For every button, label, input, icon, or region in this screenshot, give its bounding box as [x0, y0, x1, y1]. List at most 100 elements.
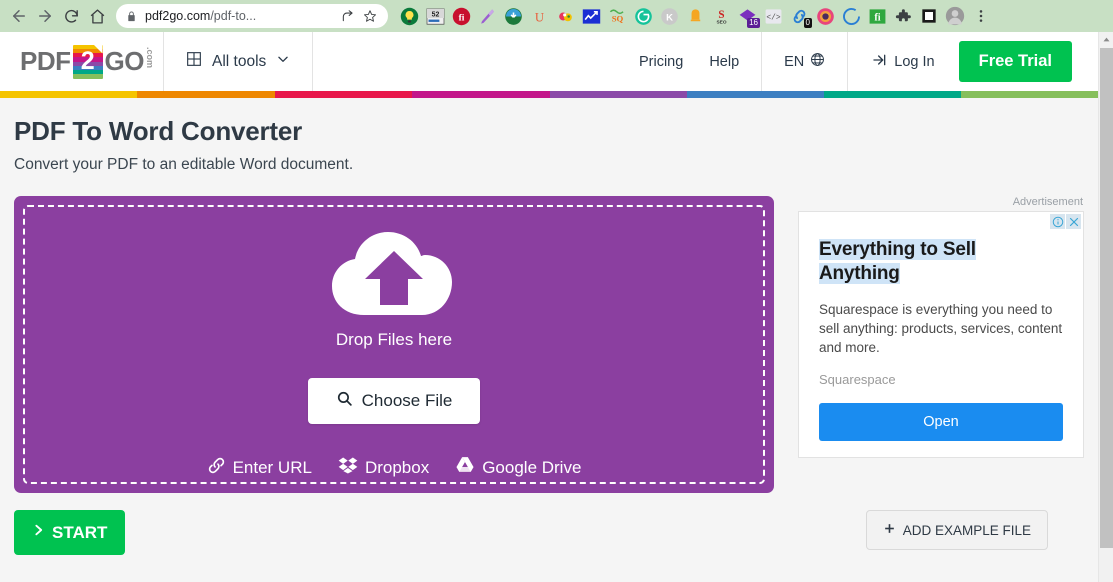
url-host: pdf2go.com	[145, 9, 211, 23]
rainbow-divider	[0, 91, 1098, 98]
choose-file-label: Choose File	[361, 391, 453, 410]
close-icon[interactable]	[1066, 214, 1081, 229]
enter-url-label: Enter URL	[232, 457, 312, 477]
u-extension-icon[interactable]: U	[526, 3, 552, 29]
avatar[interactable]	[942, 3, 968, 29]
share-icon[interactable]	[338, 9, 358, 23]
advertisement-body: Squarespace is everything you need to se…	[819, 301, 1063, 355]
idm-extension-icon[interactable]	[500, 3, 526, 29]
advertisement-controls	[1050, 214, 1081, 229]
fi-extension-icon[interactable]: fi	[448, 3, 474, 29]
info-icon[interactable]	[1050, 214, 1065, 229]
puzzle-extensions-icon[interactable]	[890, 3, 916, 29]
advertisement-headline-line2: Anything	[819, 263, 900, 285]
dropzone-label: Drop Files here	[335, 330, 453, 349]
site-header: PDF 2 GO .com All tools Pricing Help EN …	[0, 32, 1098, 91]
extension-toolbar: 52 fi U SQ K S SEO 16 </> 0 fi	[396, 3, 1107, 29]
pen-extension-icon[interactable]	[474, 3, 500, 29]
advertisement-headline[interactable]: Everything to Sell Anything	[819, 238, 1063, 287]
start-button[interactable]: START	[14, 510, 126, 555]
svg-text:U: U	[534, 10, 543, 24]
google-drive-icon	[455, 455, 475, 480]
star-icon[interactable]	[360, 9, 380, 23]
page-content: PDF 2 GO .com All tools Pricing Help EN …	[0, 32, 1098, 555]
seo-extension-icon[interactable]: S SEO	[708, 3, 734, 29]
url-path: /pdf-to...	[210, 9, 257, 23]
advertisement-open-button[interactable]: Open	[819, 403, 1063, 442]
code-extension-icon[interactable]: </>	[760, 3, 786, 29]
file-dropzone[interactable]: Drop Files here Choose File Enter URL Dr…	[14, 196, 774, 493]
k-extension-icon[interactable]: K	[656, 3, 682, 29]
advertisement-advertiser: Squarespace	[819, 372, 896, 388]
seoquake-extension-icon[interactable]: SQ	[604, 3, 630, 29]
add-example-file-button[interactable]: ADD EXAMPLE FILE	[865, 510, 1048, 550]
link-extension-icon[interactable]: 0	[786, 3, 812, 29]
language-label: EN	[784, 53, 805, 70]
scrollbar-thumb[interactable]	[1100, 48, 1113, 548]
upload-column: Drop Files here Choose File Enter URL Dr…	[14, 196, 774, 493]
address-bar-text: pdf2go.com/pdf-to...	[145, 9, 336, 23]
site-logo[interactable]: PDF 2 GO .com	[0, 32, 163, 91]
logo-text-com: .com	[144, 46, 155, 68]
back-button[interactable]	[6, 3, 32, 29]
globe-icon	[810, 52, 825, 71]
lightbulb-extension-icon[interactable]	[396, 3, 422, 29]
svg-text:</>: </>	[766, 13, 780, 22]
three-dot-menu-icon[interactable]	[968, 3, 994, 29]
google-drive-link[interactable]: Google Drive	[455, 455, 581, 480]
logo-digit: 2	[80, 47, 95, 75]
language-selector[interactable]: EN	[761, 32, 849, 91]
balloons-extension-icon[interactable]	[552, 3, 578, 29]
scroll-up-arrow-icon[interactable]	[1099, 32, 1113, 47]
all-tools-menu[interactable]: All tools	[163, 32, 314, 91]
nav-link-help[interactable]: Help	[709, 54, 739, 70]
analytics-extension-icon[interactable]	[578, 3, 604, 29]
green-extension-icon[interactable]: fi	[864, 3, 890, 29]
content-columns: Drop Files here Choose File Enter URL Dr…	[0, 196, 1098, 493]
login-arrow-icon	[872, 52, 888, 72]
header-spacer	[313, 32, 639, 91]
dropzone-inner: Drop Files here Choose File Enter URL Dr…	[23, 205, 765, 484]
dropbox-link[interactable]: Dropbox	[338, 455, 429, 480]
home-button[interactable]	[84, 3, 110, 29]
advertisement-headline-line1: Everything to Sell	[819, 239, 976, 260]
forward-button[interactable]	[32, 3, 58, 29]
nav-link-pricing[interactable]: Pricing	[639, 54, 683, 70]
choose-file-button[interactable]: Choose File	[307, 378, 481, 424]
dropbox-icon	[338, 455, 358, 480]
svg-text:52: 52	[431, 11, 439, 18]
login-label: Log In	[894, 53, 935, 70]
page-viewport: PDF 2 GO .com All tools Pricing Help EN …	[0, 32, 1113, 582]
login-button[interactable]: Log In	[872, 52, 935, 72]
svg-text:SEO: SEO	[716, 19, 726, 25]
svg-text:S: S	[718, 9, 724, 21]
add-example-label: ADD EXAMPLE FILE	[902, 522, 1031, 538]
free-trial-button[interactable]: Free Trial	[958, 41, 1072, 82]
reload-button[interactable]	[58, 3, 84, 29]
chevron-down-icon	[276, 52, 290, 71]
main-content: PDF To Word Converter Convert your PDF t…	[0, 98, 1098, 555]
enter-url-link[interactable]: Enter URL	[207, 455, 312, 480]
address-bar[interactable]: pdf2go.com/pdf-to...	[116, 4, 388, 28]
all-tools-label: All tools	[212, 52, 267, 70]
logo-text-go: GO	[104, 46, 145, 76]
logo-text-pdf: PDF	[20, 46, 71, 76]
start-label: START	[52, 522, 108, 542]
account-area: Log In Free Trial	[848, 32, 1098, 91]
camera-extension-icon[interactable]	[812, 3, 838, 29]
advertisement-box: Everything to Sell Anything Squarespace …	[798, 211, 1084, 458]
bell-extension-icon[interactable]	[682, 3, 708, 29]
page-scrollbar[interactable]	[1098, 32, 1113, 582]
logo-mark-2: 2	[72, 44, 103, 79]
action-bar: START ADD EXAMPLE FILE	[0, 493, 1098, 555]
circle-extension-icon[interactable]	[838, 3, 864, 29]
square-extension-icon[interactable]	[916, 3, 942, 29]
svg-text:SQ: SQ	[611, 13, 623, 23]
cloud-upload-icon	[328, 229, 460, 326]
s2-extension-icon[interactable]: 52	[422, 3, 448, 29]
purple-badge-extension-icon[interactable]: 16	[734, 3, 760, 29]
dropbox-label: Dropbox	[364, 457, 430, 477]
svg-text:fi: fi	[458, 13, 464, 23]
google-drive-label: Google Drive	[482, 457, 582, 477]
grammarly-extension-icon[interactable]	[630, 3, 656, 29]
